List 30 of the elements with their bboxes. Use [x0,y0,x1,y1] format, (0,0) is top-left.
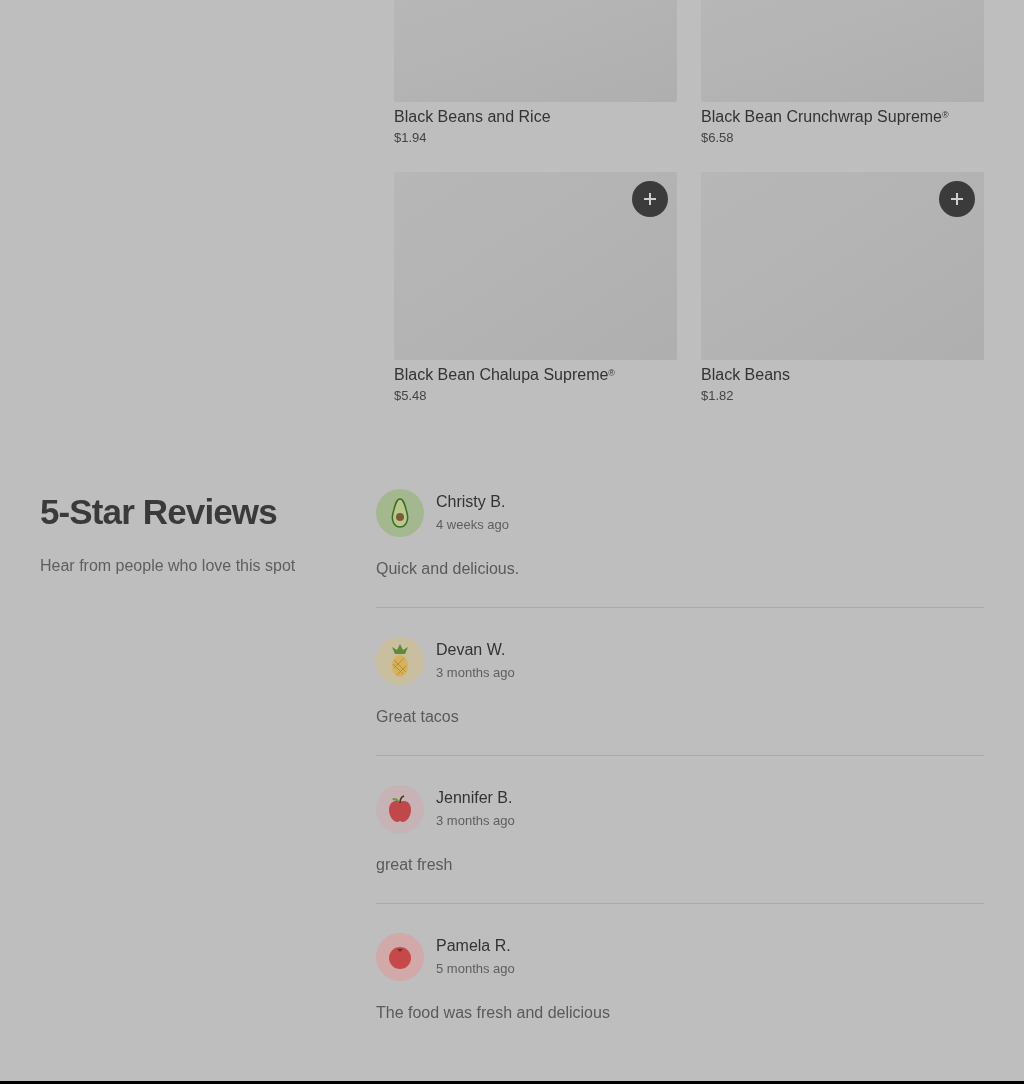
review-time: 4 weeks ago [436,516,509,534]
section-subtitle: Hear from people who love this spot [40,556,297,576]
section-title: 5-Star Reviews [40,491,278,533]
item-price: $6.58 [701,129,735,147]
item-name: Black Bean Crunchwrap Supreme$^{®}$ [701,107,950,127]
review-time: 5 months ago [436,960,515,978]
reviewer-name: Pamela R. [436,936,512,956]
pineapple-icon [389,644,411,678]
review-text: great fresh [376,855,454,875]
item-price: $1.94 [394,129,428,147]
add-button[interactable] [939,181,975,217]
avocado-icon [391,498,409,528]
reviewer-name: Christy B. [436,492,507,512]
review-time: 3 months ago [436,664,515,682]
plus-icon [951,193,963,205]
apple-icon [387,795,413,823]
item-name: Black Bean Chalupa Supreme$^{®}$ [394,365,616,385]
review-time: 3 months ago [436,812,515,830]
item-price: $1.82 [701,387,735,405]
tomato-icon [387,944,413,970]
item-name: Black Beans [701,365,791,385]
reviewer-name: Devan W. [436,640,507,660]
item-price: $5.48 [394,387,428,405]
reviewer-name: Jennifer B. [436,788,514,808]
add-button[interactable] [632,181,668,217]
review-text: Quick and delicious. [376,559,521,579]
review-text: The food was fresh and delicious [376,1003,611,1023]
review-text: Great tacos [376,707,460,727]
plus-icon [644,193,656,205]
item-name: Black Beans and Rice [394,107,552,127]
